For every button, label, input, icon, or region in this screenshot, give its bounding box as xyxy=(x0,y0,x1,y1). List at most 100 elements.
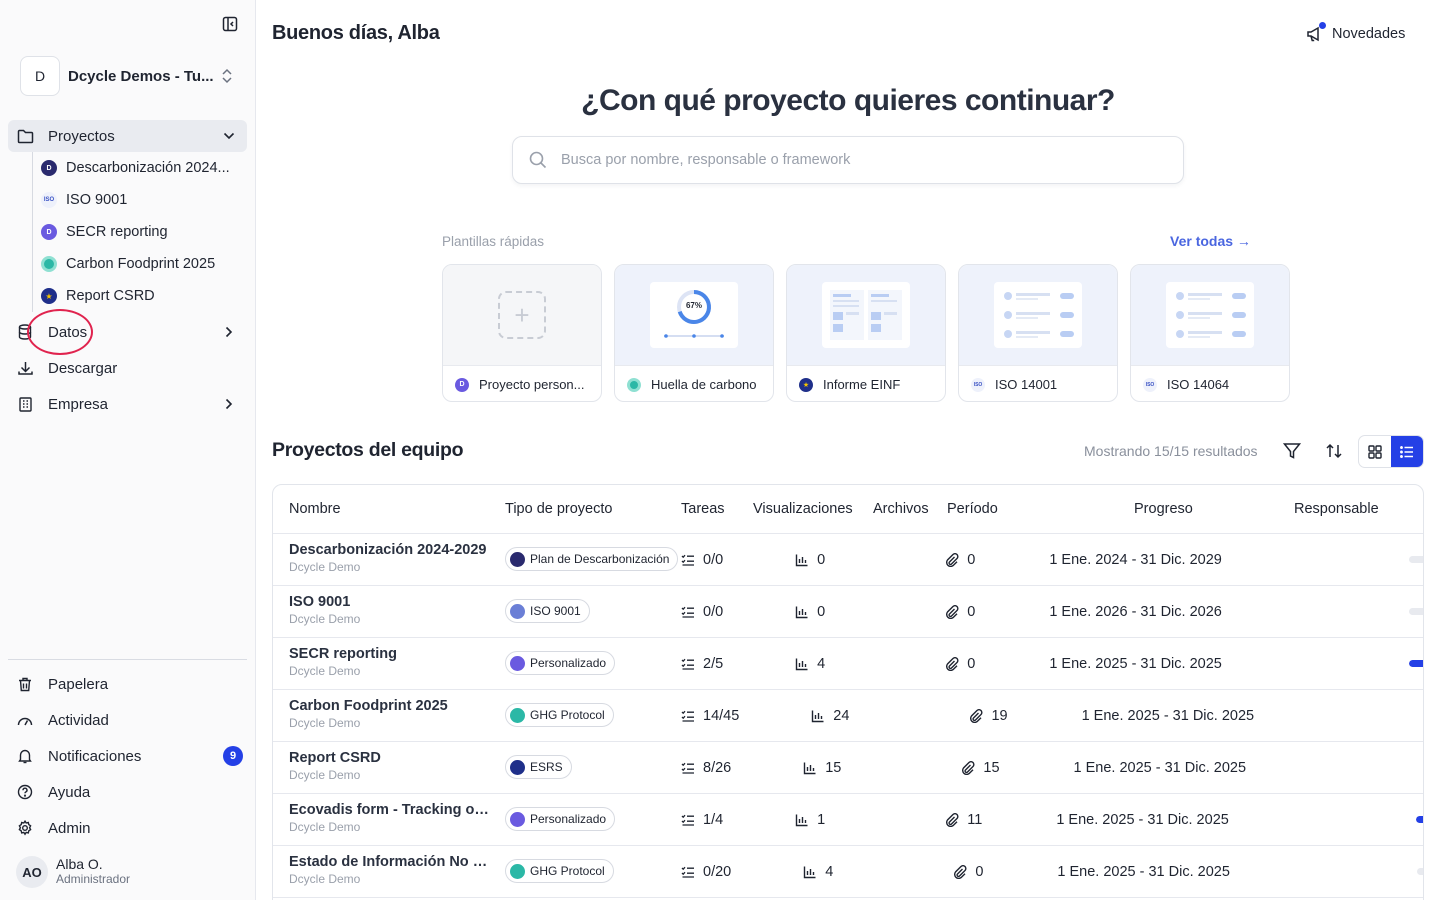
column-header[interactable]: Tipo de proyecto xyxy=(505,501,612,517)
template-label: Proyecto person... xyxy=(479,377,585,392)
news-button[interactable]: Novedades xyxy=(1306,22,1405,44)
folder-icon xyxy=(16,127,34,145)
project-type-label: ESRS xyxy=(530,760,563,774)
nav-label: Empresa xyxy=(48,395,109,413)
column-header[interactable]: Responsable xyxy=(1294,501,1379,517)
template-card[interactable]: ISO ISO 14064 xyxy=(1130,264,1290,402)
notification-count-badge: 9 xyxy=(223,746,243,766)
tasks-count: 0/0 xyxy=(703,551,724,568)
nav-ayuda[interactable]: Ayuda xyxy=(8,776,247,808)
chart-icon xyxy=(795,606,808,618)
project-org: Dcycle Demo xyxy=(289,768,361,782)
template-label: Huella de carbono xyxy=(651,377,757,392)
sidebar-project-item[interactable]: ISO ISO 9001 xyxy=(33,184,247,216)
table-row[interactable]: SECR reporting Dcycle Demo Personalizado… xyxy=(273,638,1423,690)
views-count: 0 xyxy=(817,603,826,620)
grid-view-button[interactable] xyxy=(1359,436,1391,467)
nav-notificaciones[interactable]: Notificaciones 9 xyxy=(8,740,247,772)
table-row[interactable]: Ecovadis form - Tracking of d... Dcycle … xyxy=(273,794,1423,846)
nav-actividad[interactable]: Actividad xyxy=(8,704,247,736)
template-label: ISO 14001 xyxy=(995,377,1058,392)
sidebar-project-item[interactable]: D SECR reporting xyxy=(33,216,247,248)
sidebar-project-item[interactable]: Carbon Foodprint 2025 xyxy=(33,248,247,280)
hero-title: ¿Con qué proyecto quieres continuar? xyxy=(581,84,1115,117)
table-row[interactable]: Carbon Foodprint 2025 Dcycle Demo GHG Pr… xyxy=(273,690,1423,742)
nav-admin[interactable]: Admin xyxy=(8,812,247,844)
search-box[interactable] xyxy=(512,136,1184,184)
project-label: ISO 9001 xyxy=(66,192,128,208)
tasks-count: 14/45 xyxy=(703,707,740,724)
nav-label: Notificaciones xyxy=(48,747,142,765)
project-type-badge: Plan de Descarbonización xyxy=(505,547,679,571)
dcycle-icon: D xyxy=(41,160,57,176)
sidebar-project-item[interactable]: D Descarbonización 2024... xyxy=(33,152,247,184)
template-card[interactable]: 67% Huella de carbono xyxy=(614,264,774,402)
search-icon xyxy=(529,151,547,169)
project-type-label: ISO 9001 xyxy=(530,604,581,618)
files-count: 11 xyxy=(967,811,983,828)
grid-icon xyxy=(1368,444,1382,459)
ghg-icon xyxy=(627,377,641,392)
column-header[interactable]: Período xyxy=(947,501,998,517)
files-count: 15 xyxy=(983,759,1000,776)
paperclip-icon xyxy=(946,604,959,619)
user-menu[interactable]: AO Alba O. Administrador xyxy=(16,856,246,888)
sidebar-divider xyxy=(8,659,247,660)
tasks-count: 2/5 xyxy=(703,655,724,672)
nav-descargar[interactable]: Descargar xyxy=(8,352,247,384)
nav-label: Datos xyxy=(48,323,88,341)
framework-icon xyxy=(510,551,525,567)
template-card[interactable]: ISO ISO 14001 xyxy=(958,264,1118,402)
project-name: Ecovadis form - Tracking of d... xyxy=(289,802,489,818)
progress-bar xyxy=(1408,556,1423,563)
main-nav: Proyectos D Descarbonización 2024... ISO… xyxy=(8,120,247,420)
search-input[interactable] xyxy=(561,152,1183,168)
framework-icon xyxy=(510,759,525,775)
nav-datos[interactable]: Datos xyxy=(8,316,247,348)
sort-icon[interactable] xyxy=(1325,442,1343,460)
template-label: Informe EINF xyxy=(823,377,901,392)
framework-icon xyxy=(510,655,525,671)
column-header[interactable]: Progreso xyxy=(1134,501,1193,517)
template-card[interactable]: + D Proyecto person... xyxy=(442,264,602,402)
chart-icon xyxy=(804,762,816,774)
project-name: SECR reporting xyxy=(289,646,397,662)
views-count: 1 xyxy=(817,811,826,828)
project-period: 1 Ene. 2025 - 31 Dic. 2025 xyxy=(1081,707,1255,724)
nav-label: Admin xyxy=(48,819,91,837)
table-row[interactable]: Descarbonización 2024-2029 Dcycle Demo P… xyxy=(273,534,1423,586)
nav-papelera[interactable]: Papelera xyxy=(8,668,247,700)
table-row[interactable]: Report CSRD Dcycle Demo ESRS 8/26 15 15 … xyxy=(273,742,1423,794)
project-name: Descarbonización 2024-2029 xyxy=(289,542,487,558)
chart-icon xyxy=(795,554,808,566)
progress-bar xyxy=(1408,660,1423,667)
bottom-nav: Papelera Actividad Notificaciones 9 Ayud… xyxy=(8,668,247,844)
column-header[interactable]: Nombre xyxy=(289,501,341,517)
sidebar-project-item[interactable]: ★ Report CSRD xyxy=(33,280,247,312)
column-header[interactable]: Tareas xyxy=(681,501,725,517)
results-count: Mostrando 15/15 resultados xyxy=(1084,443,1258,459)
project-type-badge: GHG Protocol xyxy=(505,703,614,727)
table-row[interactable]: ISO 9001 Dcycle Demo ISO 9001 0/0 0 0 1 … xyxy=(273,586,1423,638)
nav-proyectos[interactable]: Proyectos xyxy=(8,120,247,152)
database-icon xyxy=(16,323,34,341)
collapse-sidebar-icon[interactable] xyxy=(221,15,239,33)
project-type-badge: ESRS xyxy=(505,755,572,779)
table-row[interactable]: Estado de Información No Fin... Dcycle D… xyxy=(273,846,1423,898)
nav-empresa[interactable]: Empresa xyxy=(8,388,247,420)
project-label: Report CSRD xyxy=(66,288,155,304)
iso-icon: ISO xyxy=(41,192,57,208)
see-all-templates-link[interactable]: Ver todas → xyxy=(1170,233,1251,249)
column-header[interactable]: Archivos xyxy=(873,501,929,517)
org-name: Dcycle Demos - Tu... xyxy=(68,67,214,85)
paperclip-icon xyxy=(946,812,959,827)
tasks-count: 1/4 xyxy=(703,811,724,828)
org-switcher[interactable]: D Dcycle Demos - Tu... xyxy=(20,56,242,96)
iso-icon: ISO xyxy=(1143,377,1157,392)
filter-icon[interactable] xyxy=(1283,442,1301,460)
column-header[interactable]: Visualizaciones xyxy=(753,501,853,517)
list-view-button[interactable] xyxy=(1391,436,1423,467)
project-type-label: Personalizado xyxy=(530,812,607,826)
template-card[interactable]: ★ Informe EINF xyxy=(786,264,946,402)
checklist-preview-icon xyxy=(1166,282,1254,348)
